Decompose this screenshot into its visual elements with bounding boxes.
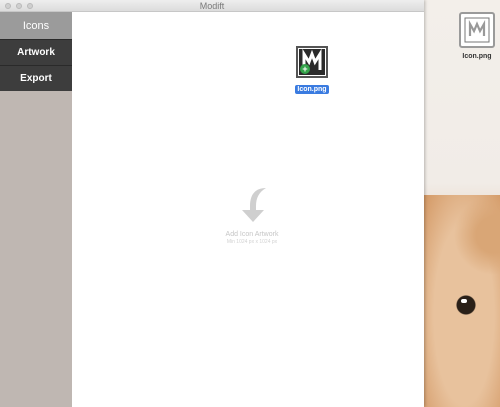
file-label: Icon.png: [295, 85, 329, 94]
desktop-background: [424, 0, 500, 407]
sidebar: Icons Artwork Export: [0, 12, 72, 407]
dragged-file-icon[interactable]: + Icon.png: [293, 46, 331, 96]
title-bar[interactable]: Modift: [0, 0, 424, 12]
image-file-icon: +: [296, 46, 328, 78]
tab-export[interactable]: Export: [0, 65, 72, 91]
app-window: Modift Icons Artwork Export + Icon.png A…: [0, 0, 424, 407]
tab-artwork[interactable]: Artwork: [0, 39, 72, 65]
drop-zone-subtitle: Min 1024 px x 1024 px: [226, 239, 278, 245]
window-title: Modift: [199, 1, 225, 11]
drop-zone[interactable]: Add Icon Artwork Min 1024 px x 1024 px: [212, 184, 292, 245]
content-area[interactable]: + Icon.png Add Icon Artwork Min 1024 px …: [72, 12, 424, 407]
add-badge-icon: +: [300, 64, 310, 74]
desktop-file-icon[interactable]: Icon.png: [455, 12, 499, 60]
image-file-icon: [459, 12, 495, 48]
drop-zone-title: Add Icon Artwork: [225, 231, 279, 238]
tab-icons[interactable]: Icons: [0, 12, 72, 39]
desktop-file-label: Icon.png: [462, 53, 492, 60]
curved-down-arrow-icon: [242, 188, 266, 222]
cat-eye-highlight: [461, 299, 467, 303]
